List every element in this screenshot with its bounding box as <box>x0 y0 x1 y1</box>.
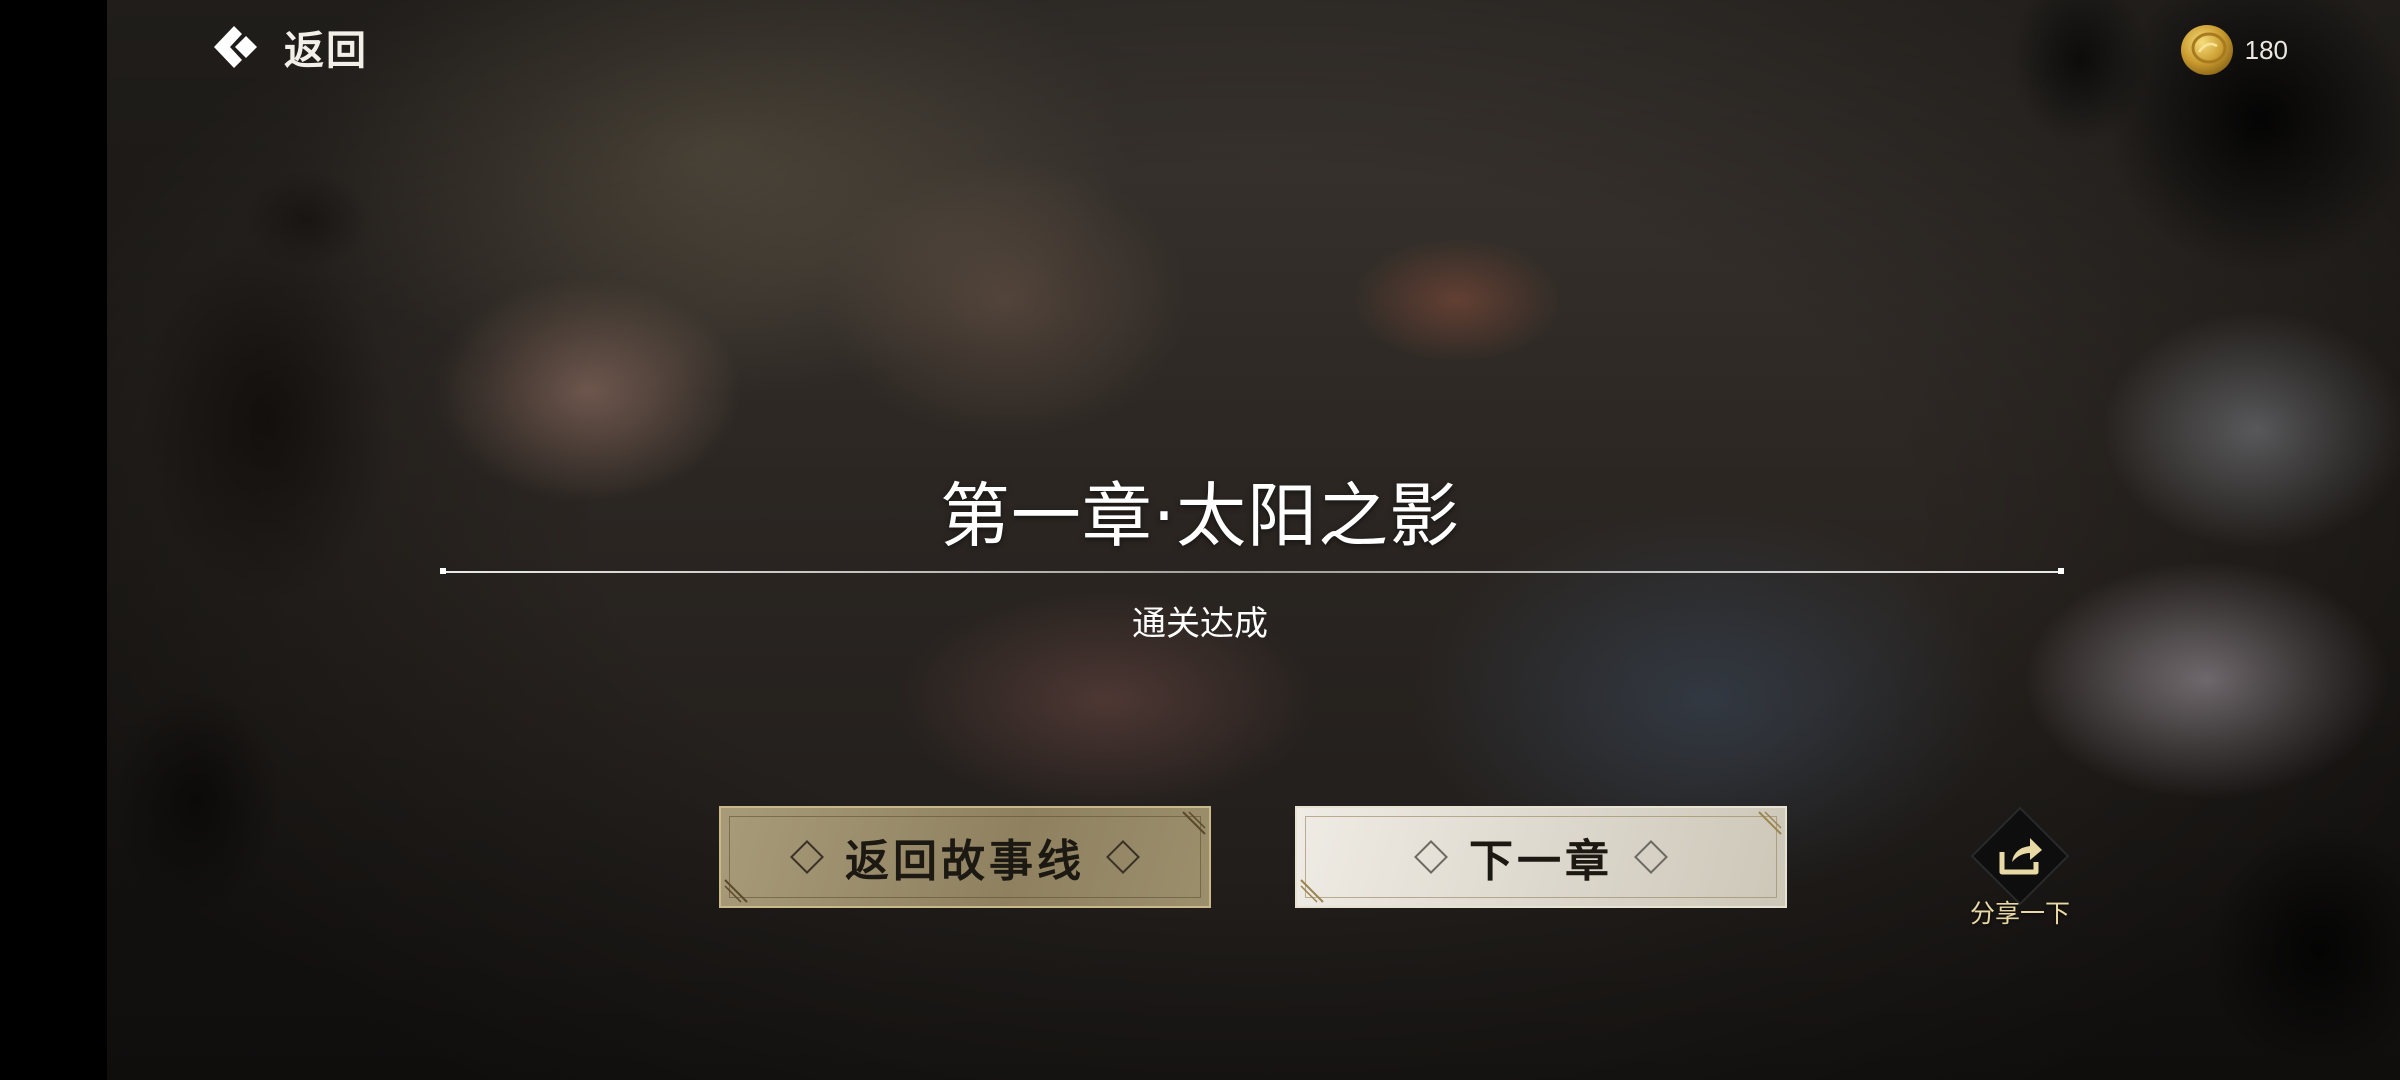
back-label: 返回 <box>284 27 368 74</box>
share-button[interactable]: 分享一下 <box>1960 806 2080 936</box>
return-to-story-label: 返回故事线 <box>845 836 1085 887</box>
divider-cap-right <box>2058 568 2064 574</box>
completion-status: 通关达成 <box>1132 604 1268 644</box>
diamond-icon <box>1634 840 1668 874</box>
next-chapter-label: 下一章 <box>1469 836 1613 887</box>
currency-amount: 180 <box>2244 34 2288 65</box>
game-screen: 返回 180 第一章·太阳之影 通关达成 返回故事线 下一章 分享一下 <box>0 0 2400 1080</box>
diamond-icon <box>1106 840 1140 874</box>
title-divider <box>442 571 2062 573</box>
corner-ornament-icon <box>1300 879 1324 903</box>
return-to-story-button[interactable]: 返回故事线 <box>719 806 1211 908</box>
share-icon <box>1970 806 2070 906</box>
next-chapter-button[interactable]: 下一章 <box>1295 806 1787 908</box>
diamond-icon <box>790 840 824 874</box>
corner-ornament-icon <box>724 879 748 903</box>
divider-cap-left <box>440 568 446 574</box>
diamond-icon <box>1414 840 1448 874</box>
corner-ornament-icon <box>1182 811 1206 835</box>
share-label: 分享一下 <box>1969 899 2070 928</box>
button-content: 下一章 <box>1414 825 1668 889</box>
gold-coin-icon <box>2180 25 2233 75</box>
back-button[interactable]: 返回 <box>212 18 368 76</box>
currency-display: 180 <box>2179 22 2288 78</box>
back-chevron-icon <box>214 26 257 68</box>
button-content: 返回故事线 <box>790 825 1140 889</box>
chapter-title: 第一章·太阳之影 <box>939 475 1461 557</box>
corner-ornament-icon <box>1758 811 1782 835</box>
